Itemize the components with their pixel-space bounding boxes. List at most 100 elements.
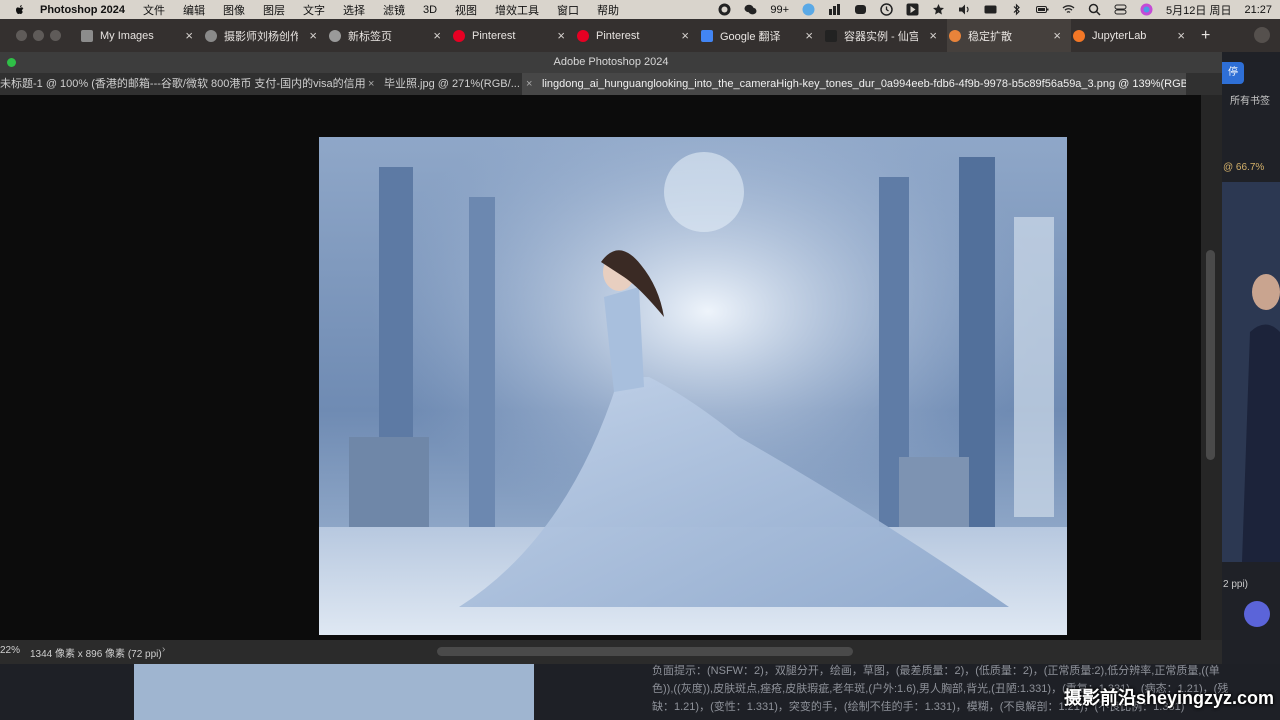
close-doc-icon[interactable]: × (368, 73, 378, 95)
wechat-icon[interactable] (744, 3, 757, 16)
assistant-icon[interactable] (1244, 601, 1270, 627)
google-translate-icon (701, 29, 713, 42)
browser-tab[interactable]: Pinterest × (575, 19, 699, 52)
tab-title: 摄影师刘杨创作 (224, 30, 298, 43)
close-tab-icon[interactable]: × (805, 28, 813, 43)
tab-title: Google 翻译 (720, 30, 781, 43)
browser-tab[interactable]: 新标签页 × (327, 19, 451, 52)
search-icon[interactable] (1088, 3, 1101, 16)
ps-tab-ppi-fragment: 2 ppi) (1223, 579, 1249, 590)
pause-button[interactable]: 停 (1222, 62, 1244, 84)
tab-title: Pinterest (472, 29, 516, 42)
browser-tab[interactable]: JupyterLab × (1071, 19, 1195, 52)
chrome-icon (329, 29, 341, 42)
all-bookmarks-link[interactable]: 所有书签 (1230, 92, 1270, 107)
status-tray: 99+ 5月12日 周日 21:27 (718, 0, 1272, 19)
new-tab-button[interactable]: + (1201, 27, 1210, 45)
result-thumbnail[interactable] (134, 664, 534, 720)
battery-icon[interactable] (1036, 3, 1049, 16)
pinterest-icon (453, 29, 465, 42)
ps-titlebar: Adobe Photoshop 2024 (0, 52, 1222, 73)
ps-statusbar: 22% 1344 像素 x 896 像素 (72 ppi) › (0, 640, 1222, 664)
menu-select[interactable]: 选择 (343, 2, 365, 18)
volume-icon[interactable] (958, 3, 971, 16)
menu-type[interactable]: 文字 (303, 2, 325, 18)
window-controls (16, 30, 61, 41)
ps-zoom-dot[interactable] (7, 58, 16, 67)
play-icon[interactable] (906, 3, 919, 16)
tab-list-button[interactable] (1254, 27, 1270, 43)
app-name[interactable]: Photoshop 2024 (40, 4, 125, 16)
zoom-level[interactable]: 22% (0, 645, 20, 656)
close-tab-icon[interactable]: × (185, 28, 193, 43)
close-tab-icon[interactable]: × (1053, 28, 1061, 43)
site-watermark: 摄影前沿sheyingzyz.com (1063, 688, 1274, 708)
menu-layer[interactable]: 图层 (263, 2, 285, 18)
ps-tab-zoom-fragment: @ 66.7% (1223, 162, 1265, 173)
wechat-badge: 99+ (770, 3, 790, 16)
close-doc-icon[interactable]: × (526, 73, 536, 95)
minimize-window-button[interactable] (33, 30, 44, 41)
close-tab-icon[interactable]: × (309, 28, 317, 43)
menu-help[interactable]: 帮助 (597, 2, 619, 18)
close-tab-icon[interactable]: × (681, 28, 689, 43)
canvas-artwork[interactable] (319, 137, 1067, 635)
browser-tab-active[interactable]: 稳定扩散 × (947, 19, 1071, 52)
copilot-icon[interactable] (854, 3, 867, 16)
bluetooth-icon[interactable] (1010, 3, 1023, 16)
menu-window[interactable]: 窗口 (557, 2, 579, 18)
tab-title: Pinterest (596, 29, 640, 42)
doc-tab-graduation[interactable]: × 毕业照.jpg @ 271%(RGB/... (368, 73, 520, 95)
browser-tab[interactable]: 容器实例 - 仙宫 × (823, 19, 947, 52)
stable-diffusion-icon (949, 29, 961, 42)
tab-title: JupyterLab (1092, 29, 1147, 42)
menubar-time[interactable]: 21:27 (1244, 4, 1272, 16)
browser-tab[interactable]: Google 翻译 × (699, 19, 823, 52)
tab-title: 稳定扩散 (968, 30, 1012, 43)
scroll-thumb[interactable] (1206, 250, 1215, 460)
browser-tabbar: My Images × 摄影师刘杨创作 × 新标签页 × Pinterest ×… (0, 19, 1280, 52)
ps-window-title: Adobe Photoshop 2024 (553, 56, 669, 68)
menu-3d[interactable]: 3D (423, 4, 437, 16)
container-icon (825, 29, 837, 42)
doc-tab-active[interactable]: × lingdong_ai_hunguanglooking_into_the_ca… (522, 73, 1186, 95)
close-tab-icon[interactable]: × (433, 28, 441, 43)
zoom-window-button[interactable] (50, 30, 61, 41)
close-window-button[interactable] (16, 30, 27, 41)
browser-side-panel: 停 所有书签 @ 66.7% 2 ppi) (1222, 52, 1280, 664)
browser-tab[interactable]: 摄影师刘杨创作 × (203, 19, 327, 52)
star-icon[interactable] (932, 3, 945, 16)
ps-icon[interactable] (718, 3, 731, 16)
menu-view[interactable]: 视图 (455, 2, 477, 18)
horizontal-scrollbar[interactable] (437, 647, 853, 656)
menu-file[interactable]: 文件 (143, 2, 165, 18)
menu-plugins[interactable]: 增效工具 (495, 2, 539, 18)
macos-menubar: Photoshop 2024 文件 编辑 图像 图层 文字 选择 滤镜 3D 视… (0, 0, 1280, 19)
ps-document-tabs: 未标题-1 @ 100% (香港的邮箱---谷歌/微软 800港币 支付-国内的… (0, 73, 1222, 95)
doc-tab-untitled[interactable]: 未标题-1 @ 100% (香港的邮箱---谷歌/微软 800港币 支付-国内的… (0, 73, 366, 95)
vpn-icon[interactable] (802, 3, 815, 16)
bottom-page-content: 负面提示：(NSFW：2)，双腿分开，绘画，草图，(最差质量：2)，(低质量：2… (0, 664, 1280, 720)
close-tab-icon[interactable]: × (557, 28, 565, 43)
wifi-icon[interactable] (1062, 3, 1075, 16)
clock-icon[interactable] (880, 3, 893, 16)
keyboard-icon[interactable] (984, 3, 997, 16)
apple-icon[interactable] (14, 4, 26, 16)
status-menu-arrow[interactable]: › (162, 644, 165, 655)
menubar-date[interactable]: 5月12日 周日 (1166, 2, 1231, 18)
bar-chart-icon[interactable] (828, 3, 841, 16)
browser-tab[interactable]: My Images × (79, 19, 203, 52)
close-tab-icon[interactable]: × (929, 28, 937, 43)
document-dimensions: 1344 像素 x 896 像素 (72 ppi) (30, 649, 162, 660)
control-center-icon[interactable] (1114, 3, 1127, 16)
vertical-scrollbar[interactable] (1201, 95, 1222, 640)
browser-tab[interactable]: Pinterest × (451, 19, 575, 52)
tab-title: My Images (100, 29, 154, 42)
menu-image[interactable]: 图像 (223, 2, 245, 18)
reference-photo (1222, 182, 1280, 562)
menu-filter[interactable]: 滤镜 (383, 2, 405, 18)
close-tab-icon[interactable]: × (1177, 28, 1185, 43)
tab-title: 新标签页 (348, 30, 392, 43)
siri-icon[interactable] (1140, 3, 1153, 16)
menu-edit[interactable]: 编辑 (183, 2, 205, 18)
